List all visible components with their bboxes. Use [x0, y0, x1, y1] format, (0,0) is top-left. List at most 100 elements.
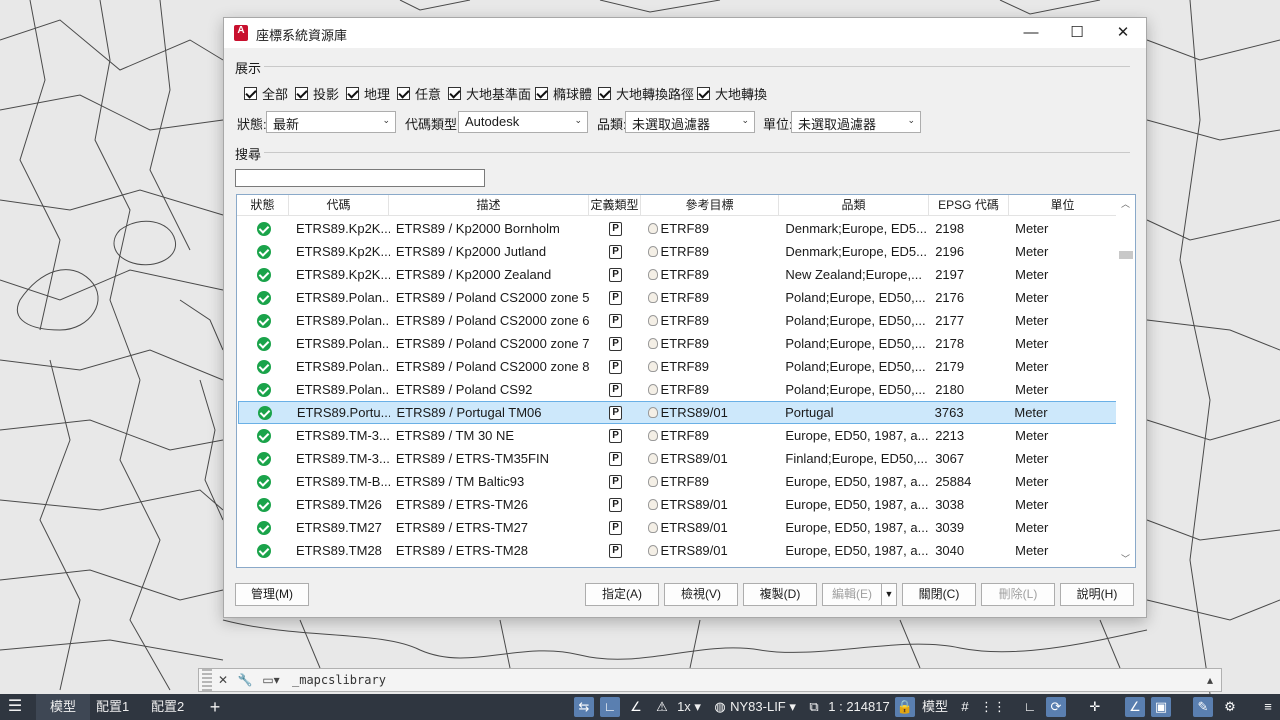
lock-icon[interactable]: 🔒 [895, 697, 915, 717]
model-tab[interactable]: 模型 [36, 694, 90, 720]
add-layout-icon[interactable]: + [205, 694, 225, 720]
filter-checkbox-projected[interactable]: 投影 [295, 84, 339, 103]
projected-type-badge: P [609, 543, 623, 558]
table-row[interactable]: ETRS89.Kp2K... ETRS89 / Kp2000 Bornholm P E… [238, 217, 1117, 240]
cell-category: Denmark;Europe, ED5... [779, 244, 929, 259]
coordinate-system-select[interactable]: NY83-LIF ▾ [730, 694, 796, 720]
help-button[interactable]: 說明(H) [1060, 583, 1134, 606]
view-button[interactable]: 檢視(V) [664, 583, 738, 606]
filter-checkbox-transform[interactable]: 大地轉換 [697, 84, 767, 103]
filter-checkbox-all[interactable]: 全部 [244, 84, 288, 103]
status-filter-select[interactable]: 最新 ⌄ [266, 111, 396, 133]
table-row[interactable]: ETRS89.Polan... ETRS89 / Poland CS2000 zo… [238, 355, 1117, 378]
table-row[interactable]: ETRS89.TM-3... ETRS89 / ETRS-TM35FIN P ETRS… [238, 447, 1117, 470]
table-row[interactable]: ETRS89.Polan... ETRS89 / Poland CS92 P ETRF… [238, 378, 1117, 401]
cell-unit: Meter [1009, 543, 1117, 558]
map-scale-select[interactable]: 1 : 214817 ▾ [824, 694, 894, 720]
table-row[interactable]: ETRS89.TM26 ETRS89 / ETRS-TM26 P ETRS89/01 E… [238, 493, 1117, 516]
scroll-up-icon[interactable]: ︿ [1121, 197, 1130, 210]
close-button[interactable]: 關閉(C) [902, 583, 976, 606]
table-row[interactable]: ETRS89.Portu... ETRS89 / Portugal TM06 P ET… [238, 401, 1117, 424]
table-row[interactable]: ETRS89.Polan... ETRS89 / Poland CS2000 zo… [238, 309, 1117, 332]
grid-snap-icon[interactable]: ∟ [600, 697, 620, 717]
code-type-select[interactable]: Autodesk ⌄ [458, 111, 588, 133]
delete-button[interactable]: 刪除(L) [981, 583, 1055, 606]
ortho-icon[interactable]: ∟ [1020, 697, 1040, 717]
assign-button[interactable]: 指定(A) [585, 583, 659, 606]
maximize-button[interactable]: ☐ [1054, 18, 1100, 48]
cell-code-text: ETRS89.Polan... [295, 290, 390, 305]
unit-select[interactable]: 未選取過濾器 ⌄ [791, 111, 921, 133]
hamburger-menu-icon[interactable]: ☰ [4, 694, 26, 720]
close-window-button[interactable]: ✕ [1100, 18, 1146, 48]
table-row[interactable]: ETRS89.Kp2K... ETRS89 / Kp2000 Jutland P ET… [238, 240, 1117, 263]
cell-definition-type: P [590, 428, 642, 443]
globe-icon[interactable]: ◍ [710, 697, 730, 717]
chevron-up-icon[interactable]: ▴ [1199, 673, 1221, 687]
column-header-description[interactable]: 描述 [389, 195, 589, 216]
cell-code-text: ETRS89.Kp2K... [295, 267, 390, 282]
filter-checkbox-ellipsoid[interactable]: 橢球體 [535, 84, 592, 103]
drag-handle[interactable] [202, 669, 212, 691]
manage-button[interactable]: 管理(M) [235, 583, 309, 606]
model-space-toggle-icon[interactable]: ⇆ [574, 697, 594, 717]
gear-icon[interactable]: ⚙ [1220, 697, 1240, 717]
cell-reference-text: ETRS89/01 [660, 451, 728, 466]
table-row[interactable]: ETRS89.TM-3... ETRS89 / TM 30 NE P ETRF89 Eu… [238, 424, 1117, 447]
layout1-tab[interactable]: 配置1 [96, 694, 129, 720]
command-input[interactable]: _mapcslibrary [286, 673, 1199, 687]
cell-reference-text: ETRF89 [660, 244, 709, 259]
filter-checkbox-geographic[interactable]: 地理 [346, 84, 390, 103]
cell-epsg: 2213 [929, 428, 1009, 443]
filter-checkbox-arbitrary[interactable]: 任意 [397, 84, 441, 103]
column-header-epsg[interactable]: EPSG 代碼 [929, 195, 1009, 216]
scrollbar-thumb[interactable] [1119, 251, 1133, 259]
table-row[interactable]: ETRS89.Polan... ETRS89 / Poland CS2000 zo… [238, 286, 1117, 309]
table-row[interactable]: ETRS89.Polan... ETRS89 / Poland CS2000 zo… [238, 332, 1117, 355]
command-history-icon[interactable]: ▭▾ [256, 673, 286, 687]
dialog-titlebar[interactable]: A 座標系統資源庫 — ☐ ✕ [224, 18, 1146, 48]
transparency-icon[interactable]: ▣ [1151, 697, 1171, 717]
cell-code-text: ETRS89.TM26 [295, 497, 382, 512]
table-scrollbar[interactable]: ︿ ﹀ [1116, 195, 1135, 567]
edit-button[interactable]: 編輯(E) [822, 583, 882, 606]
column-header-reference[interactable]: 參考目標 [641, 195, 779, 216]
copy-button[interactable]: 複製(D) [743, 583, 817, 606]
table-row[interactable]: ETRS89.TM27 ETRS89 / ETRS-TM27 P ETRS89/01 E… [238, 516, 1117, 539]
cell-reference-text: ETRS89/01 [660, 497, 728, 512]
minimize-button[interactable]: — [1008, 18, 1054, 48]
object-snap-tracking-icon[interactable]: ✛ [1085, 697, 1105, 717]
table-row[interactable]: ETRS89.TM-B... ETRS89 / TM Baltic93 P ETRF8… [238, 470, 1117, 493]
column-header-category[interactable]: 品類 [779, 195, 929, 216]
column-header-definition-type[interactable]: 定義類型 [589, 195, 641, 216]
annotation-warning-icon[interactable]: ⚠ [652, 697, 672, 717]
snap-icon[interactable]: ⋮⋮ [980, 697, 1006, 717]
close-icon[interactable]: ✕ [212, 673, 234, 687]
cell-epsg: 2177 [929, 313, 1009, 328]
column-header-unit[interactable]: 單位 [1009, 195, 1117, 216]
cell-category-text: Europe, ED50, 1987, a... [785, 497, 929, 512]
dynamic-ucs-icon[interactable]: ∠ [626, 697, 646, 717]
table-row[interactable]: ETRS89.TM28 ETRS89 / ETRS-TM28 P ETRS89/01 E… [238, 539, 1117, 562]
filter-checkbox-transform-path[interactable]: 大地轉換路徑 [598, 84, 694, 103]
lineweight-icon[interactable]: ∠ [1125, 697, 1145, 717]
category-select[interactable]: 未選取過濾器 ⌄ [625, 111, 755, 133]
layout2-tab[interactable]: 配置2 [151, 694, 184, 720]
model-space-label[interactable]: 模型 [920, 694, 950, 720]
viewport-icon[interactable]: ⧉ [804, 697, 824, 717]
column-header-status[interactable]: 狀態 [237, 195, 289, 216]
annotation-scale-select[interactable]: 1x ▾ [672, 694, 706, 720]
status-ok-icon [256, 474, 271, 489]
polar-tracking-icon[interactable]: ⟳ [1046, 697, 1066, 717]
annotation-monitor-icon[interactable]: ✎ [1193, 697, 1213, 717]
filter-checkbox-datum[interactable]: 大地基準面 [448, 84, 531, 103]
grid-icon[interactable]: # [955, 697, 975, 717]
cell-unit-text: Meter [1014, 405, 1048, 420]
scroll-down-icon[interactable]: ﹀ [1121, 552, 1130, 565]
column-header-code[interactable]: 代碼 [289, 195, 389, 216]
table-row[interactable]: ETRS89.Kp2K... ETRS89 / Kp2000 Zealand P ET… [238, 263, 1117, 286]
wrench-icon[interactable]: 🔧 [234, 673, 256, 687]
search-input[interactable] [235, 169, 485, 187]
edit-dropdown-button[interactable]: ▼ [881, 583, 897, 606]
customization-icon[interactable]: ≡ [1258, 697, 1278, 717]
